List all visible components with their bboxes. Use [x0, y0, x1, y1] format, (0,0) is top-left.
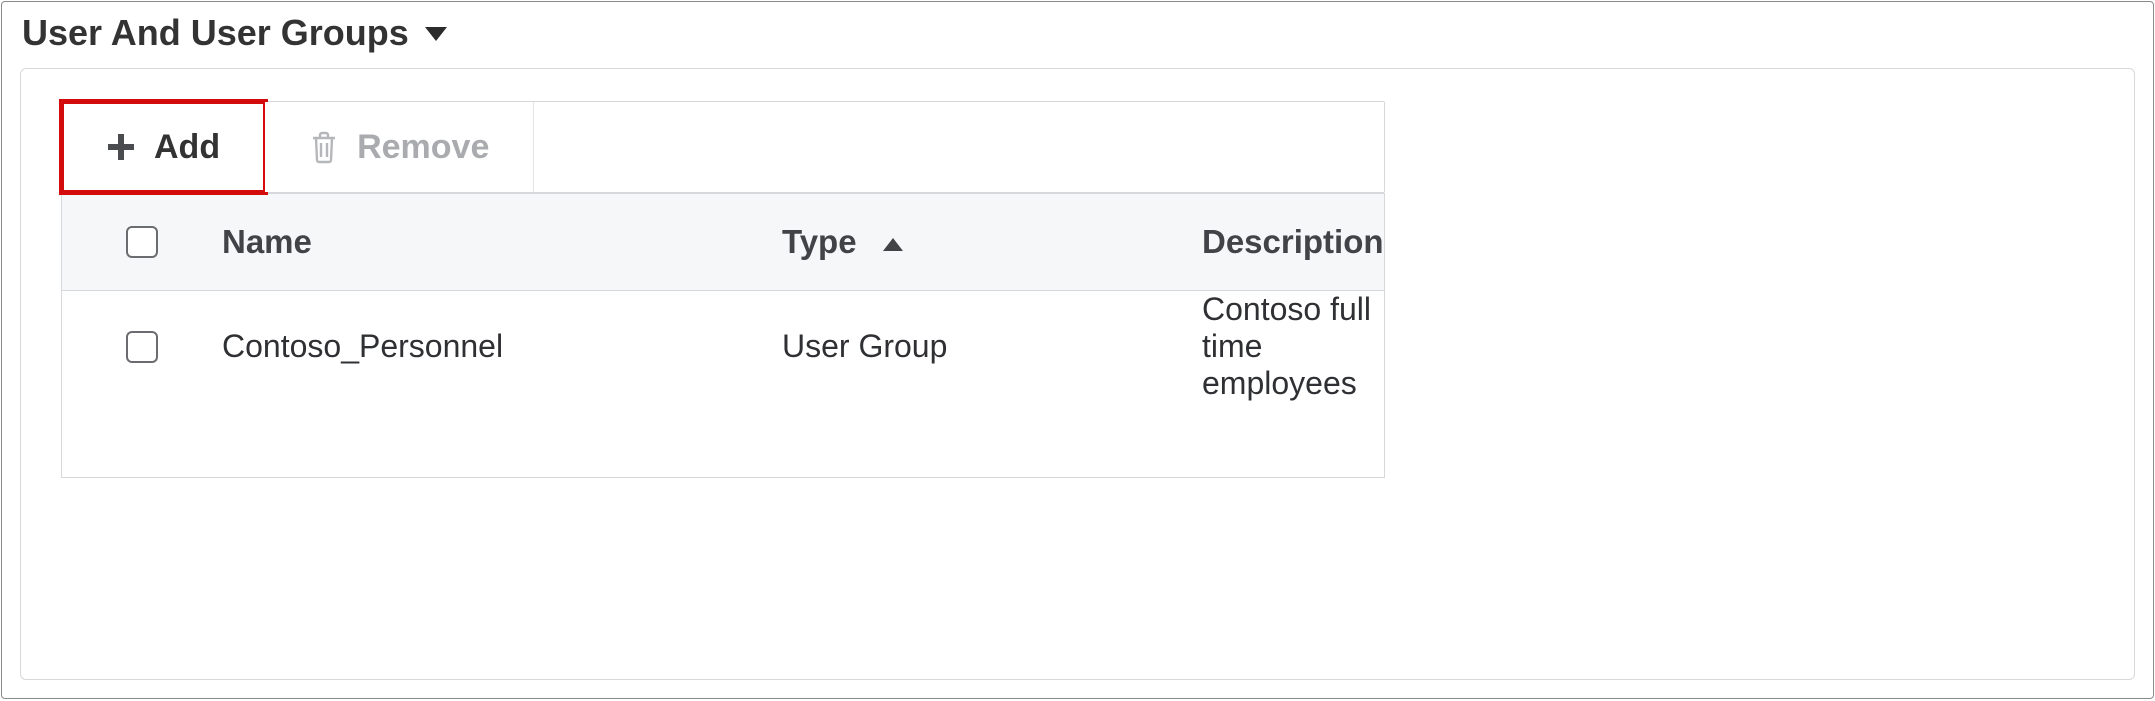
add-button[interactable]: Add	[62, 102, 265, 192]
sort-asc-icon	[882, 237, 904, 253]
toolbar-spacer	[534, 102, 1383, 192]
panel-title: User And User Groups	[22, 12, 409, 54]
column-header-name[interactable]: Name	[222, 223, 782, 261]
cell-description: Contoso full time employees	[1202, 291, 1384, 402]
select-all-checkbox[interactable]	[126, 226, 158, 258]
panel-body: Add Remove	[20, 68, 2135, 680]
column-header-type[interactable]: Type	[782, 223, 1202, 261]
remove-button[interactable]: Remove	[265, 102, 534, 192]
table-header: Name Type Description	[62, 193, 1384, 291]
cell-type: User Group	[782, 328, 1202, 365]
table: Name Type Description	[61, 193, 1385, 478]
table-body: Contoso_Personnel User Group Contoso ful…	[62, 291, 1384, 477]
panel-header[interactable]: User And User Groups	[2, 2, 2153, 64]
trash-icon	[309, 130, 339, 164]
right-gutter	[1385, 101, 2094, 478]
panel-outer: User And User Groups Add	[1, 1, 2154, 699]
add-button-label: Add	[154, 128, 220, 167]
toolbar: Add Remove	[61, 101, 1385, 193]
table-row[interactable]: Contoso_Personnel User Group Contoso ful…	[62, 291, 1384, 387]
remove-button-label: Remove	[357, 128, 489, 167]
table-empty-space	[62, 387, 1384, 477]
cell-name: Contoso_Personnel	[222, 328, 782, 365]
plus-icon	[106, 132, 136, 162]
row-checkbox[interactable]	[126, 331, 158, 363]
caret-down-icon	[423, 23, 449, 43]
column-header-description[interactable]: Description	[1202, 223, 1384, 261]
